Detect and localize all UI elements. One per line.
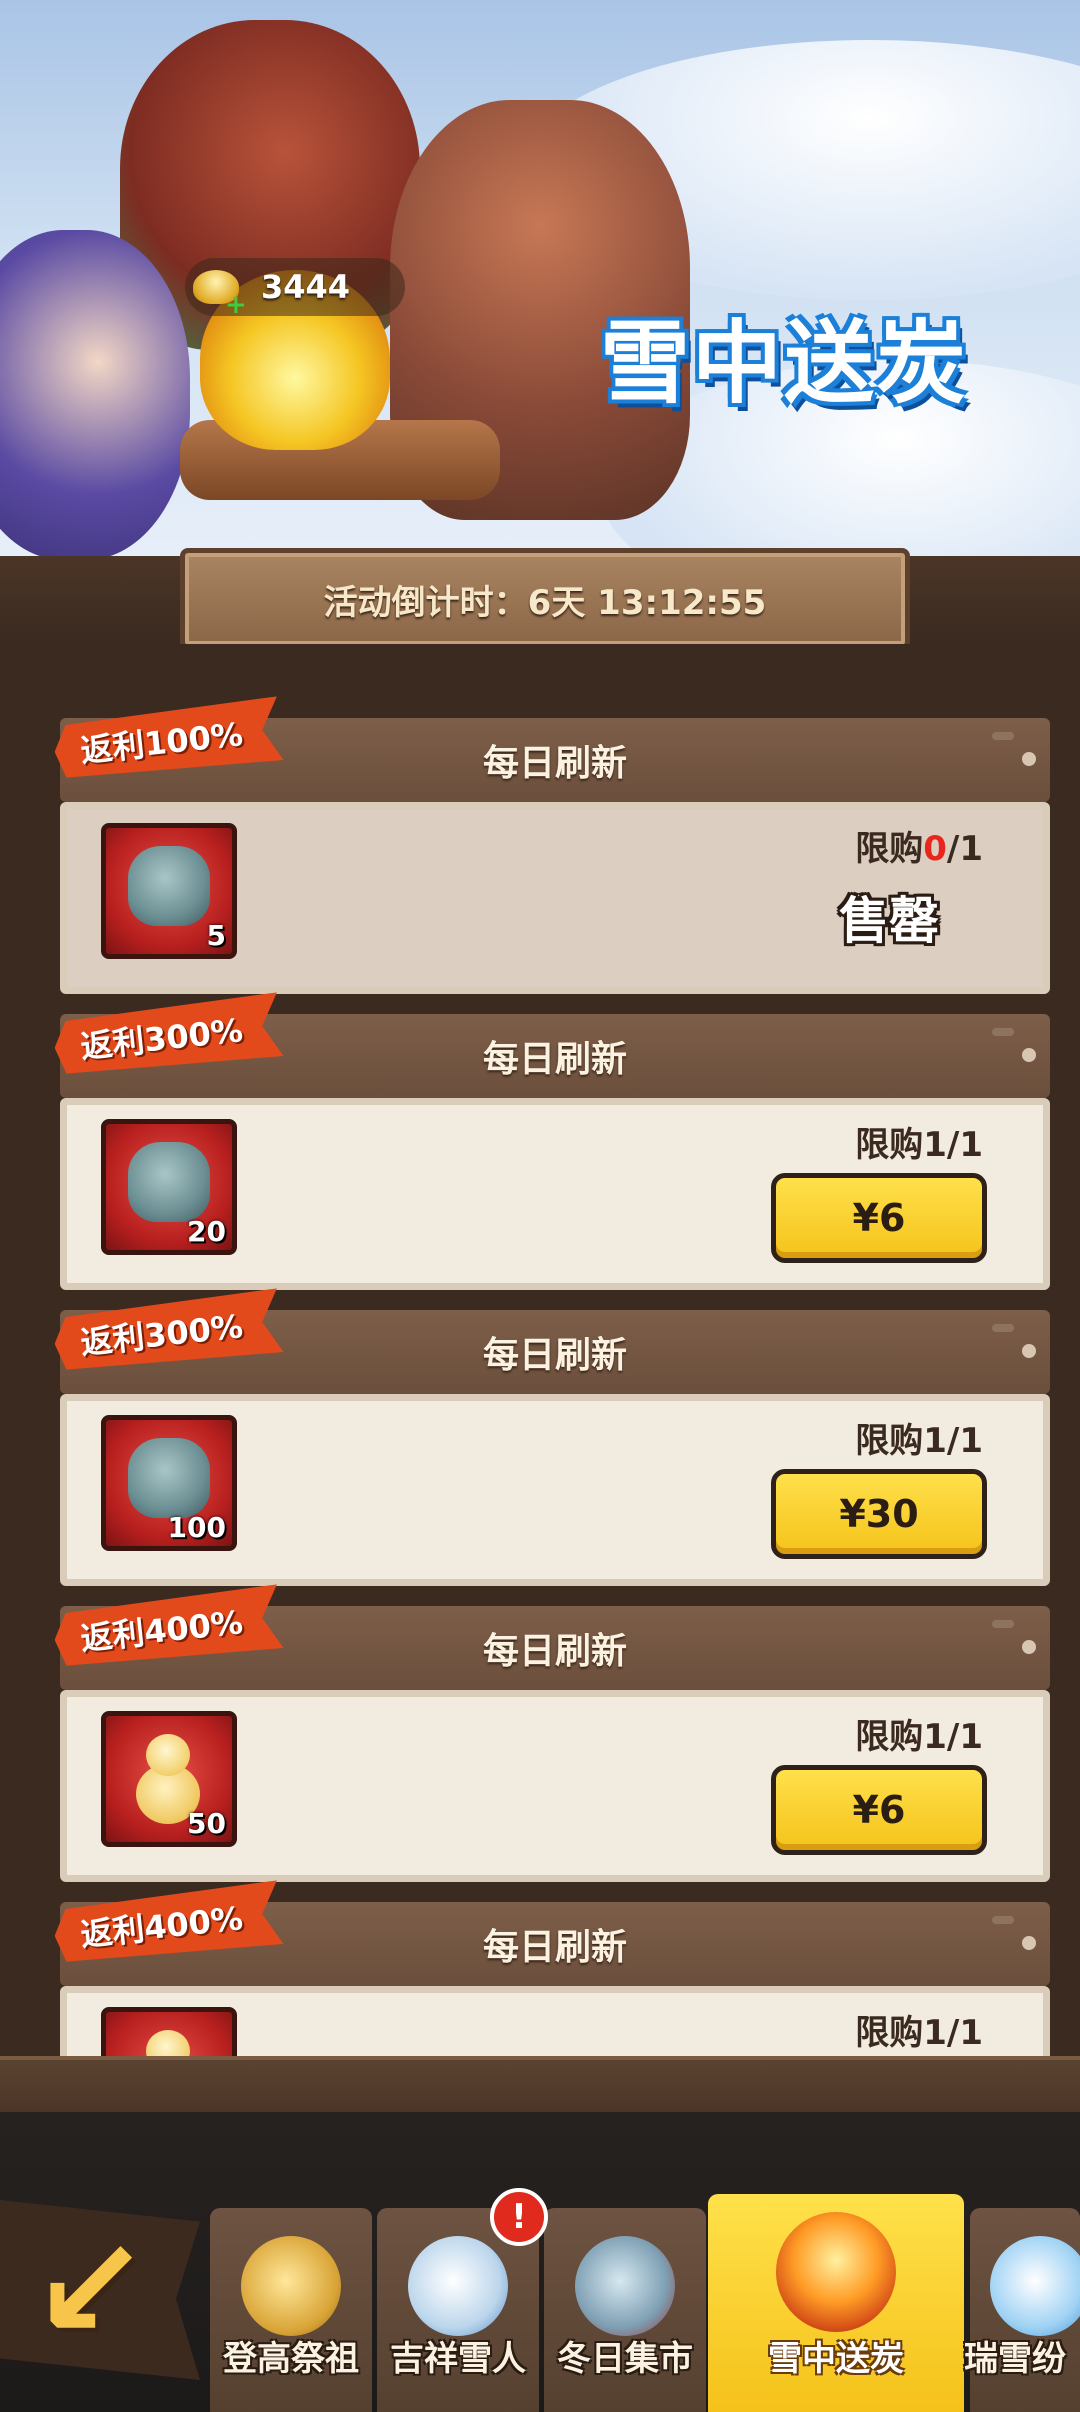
deal-card: 返利300% 每日刷新 100 限购1/1 ¥30	[60, 1270, 1050, 1586]
purchase-limit: 限购1/1	[855, 1125, 983, 1165]
deal-header-title: 每日刷新	[482, 1039, 627, 1080]
currency-amount: 3444	[261, 268, 351, 306]
tab-label: 冬日集市	[557, 2339, 693, 2379]
item-quantity: 20	[187, 1215, 226, 1248]
deal-body: 20 限购1/1 ¥6	[60, 1098, 1050, 1290]
tab-label: 吉祥雪人	[390, 2339, 526, 2379]
back-arrow-icon: ↙	[31, 2208, 149, 2371]
mask-item-icon[interactable]: 5	[101, 823, 237, 959]
item-quantity: 5	[206, 919, 226, 952]
market-icon	[575, 2236, 675, 2336]
deal-header-title: 每日刷新	[482, 1335, 627, 1376]
back-button[interactable]: ↙	[0, 2200, 200, 2380]
deal-header-title: 每日刷新	[482, 1927, 627, 1968]
tab-send-coal[interactable]: 雪中送炭	[708, 2194, 964, 2412]
header-decoration	[1022, 752, 1036, 766]
header-decoration	[1022, 1344, 1036, 1358]
header-decoration	[992, 1620, 1014, 1628]
purchase-limit: 限购1/1	[855, 2013, 983, 2053]
deal-body: 5 限购0/1 售罄	[60, 802, 1050, 994]
ancestor-icon	[241, 2236, 341, 2336]
tab-winter-market[interactable]: 冬日集市	[544, 2208, 706, 2412]
event-banner: + 3444 雪中送炭	[0, 0, 1080, 560]
snowman-item-icon[interactable]	[101, 2007, 237, 2056]
item-quantity: 50	[187, 1807, 226, 1840]
deal-card: 返利100% 每日刷新 5 限购0/1 售罄	[60, 678, 1050, 994]
countdown-plaque: 活动倒计时：6天 13:12:55	[180, 548, 910, 650]
tab-label: 瑞雪纷	[964, 2339, 1066, 2379]
item-quantity: 100	[167, 1511, 226, 1544]
bronze-mask-icon	[128, 1438, 210, 1518]
header-decoration	[992, 732, 1014, 740]
snowman-icon	[408, 2236, 508, 2336]
bottom-divider	[0, 2056, 1080, 2116]
purchase-limit: 限购1/1	[855, 1717, 983, 1757]
buy-button[interactable]: ¥30	[771, 1469, 987, 1559]
notification-badge: !	[490, 2188, 548, 2246]
header-decoration	[1022, 1048, 1036, 1062]
header-decoration	[992, 1324, 1014, 1332]
add-currency-icon[interactable]: +	[225, 290, 247, 320]
buy-button[interactable]: ¥6	[771, 1173, 987, 1263]
event-title: 雪中送炭	[600, 311, 968, 416]
limit-used: 0	[923, 829, 947, 869]
deal-body: 100 限购1/1 ¥30	[60, 1394, 1050, 1586]
bronze-mask-icon	[128, 846, 210, 926]
purchase-limit: 限购0/1	[855, 821, 983, 870]
deal-body: 50 限购1/1 ¥6	[60, 1690, 1050, 1882]
header-decoration	[1022, 1936, 1036, 1950]
bronze-mask-icon	[128, 1142, 210, 1222]
deal-card: 返利400% 每日刷新 限购1/1	[60, 1862, 1050, 2056]
tab-ancestor[interactable]: 登高祭祖	[210, 2208, 372, 2412]
tab-label: 登高祭祖	[223, 2339, 359, 2379]
sold-out-label: 售罄	[839, 892, 939, 950]
mask-item-icon[interactable]: 100	[101, 1415, 237, 1551]
mask-item-icon[interactable]: 20	[101, 1119, 237, 1255]
hero-girl-illustration	[0, 230, 190, 560]
buy-button[interactable]: ¥6	[771, 1765, 987, 1855]
header-decoration	[992, 1028, 1014, 1036]
deal-card: 返利400% 每日刷新 50 限购1/1 ¥6	[60, 1566, 1050, 1882]
header-decoration	[992, 1916, 1014, 1924]
countdown-text: 活动倒计时：6天 13:12:55	[323, 582, 767, 623]
snowman-head	[146, 1734, 190, 1776]
limit-total: /1	[946, 829, 983, 869]
purchase-limit: 限购1/1	[855, 1421, 983, 1461]
coal-fire-icon	[776, 2212, 896, 2332]
limit-label: 限购	[855, 829, 924, 869]
snowman-item-icon[interactable]: 50	[101, 1711, 237, 1847]
deal-header-title: 每日刷新	[482, 743, 627, 784]
deal-card: 返利300% 每日刷新 20 限购1/1 ¥6	[60, 974, 1050, 1290]
tab-auspicious-snow[interactable]: 瑞雪纷	[964, 2208, 1080, 2412]
snowflake-icon	[990, 2236, 1080, 2336]
snowman-head	[146, 2030, 190, 2056]
header-decoration	[1022, 1640, 1036, 1654]
deal-header-title: 每日刷新	[482, 1631, 627, 1672]
tab-label: 雪中送炭	[768, 2339, 904, 2379]
deal-body: 限购1/1	[60, 1986, 1050, 2056]
deal-list[interactable]: 返利100% 每日刷新 5 限购0/1 售罄 返利300% 每日刷新 20 限购…	[30, 644, 1050, 2056]
currency-display: + 3444	[185, 258, 405, 320]
